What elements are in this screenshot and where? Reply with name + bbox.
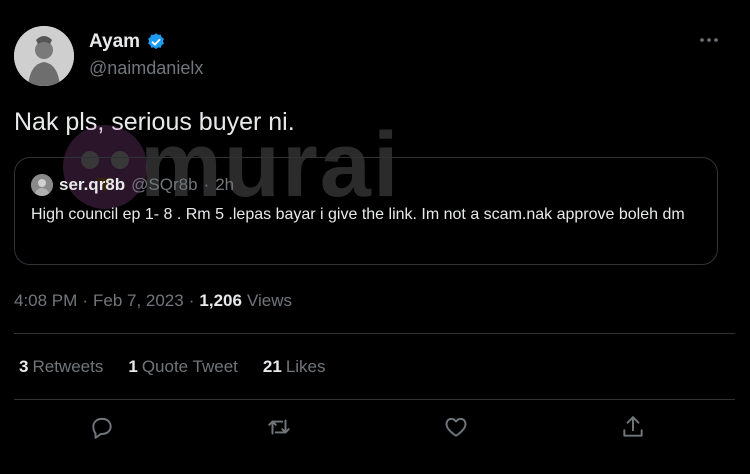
tweet-date[interactable]: Feb 7, 2023 [93,291,184,311]
quoted-time[interactable]: 2h [215,175,234,195]
retweets-stat[interactable]: 3 Retweets [19,357,103,377]
meta-separator: · [82,291,88,310]
tweet-text: Nak pls, serious buyer ni. [14,108,295,136]
quoted-display-name[interactable]: ser.qr8b [59,175,125,195]
quoted-separator: · [203,175,210,194]
reply-icon[interactable] [89,414,115,440]
views-count: 1,206 [199,291,242,310]
likes-count: 21 [262,357,282,376]
views-label: Views [246,291,292,310]
retweet-icon[interactable] [266,414,292,440]
quote-tweets-count: 1 [128,357,138,376]
likes-label: Likes [285,357,326,376]
retweets-label: Retweets [32,357,104,376]
share-icon[interactable] [620,414,646,440]
quoted-avatar[interactable] [31,174,53,196]
quoted-tweet[interactable]: ser.qr8b @SQr8b · 2h High council ep 1- … [14,157,718,265]
tweet-time[interactable]: 4:08 PM [14,291,77,311]
meta-separator: · [188,291,195,310]
author-avatar[interactable] [14,26,74,86]
retweets-count: 3 [19,357,29,376]
tweet-meta: 4:08 PM · Feb 7, 2023 · 1,206 Views [14,291,292,311]
verified-badge-icon [148,33,164,50]
tweet-stats: 3 Retweets 1 Quote Tweet 21 Likes [19,357,326,377]
likes-stat[interactable]: 21 Likes [263,357,326,377]
tweet-actions [0,414,750,444]
avatar-portrait-icon [14,26,74,86]
author-display-name[interactable]: Ayam [89,31,140,53]
quote-tweets-stat[interactable]: 1 Quote Tweet [128,357,238,377]
more-horizontal-icon[interactable] [697,28,721,52]
author-handle[interactable]: @naimdanielx [89,58,203,79]
divider [14,333,735,334]
quote-tweets-label: Quote Tweet [141,357,238,376]
quoted-avatar-image [31,174,53,196]
divider [14,399,735,400]
tweet-card: Ayam @naimdanielx Nak pls, serious buyer… [0,0,750,474]
heart-icon[interactable] [443,414,469,440]
quoted-handle[interactable]: @SQr8b [131,175,197,195]
quoted-text: High council ep 1- 8 . Rm 5 .lepas bayar… [31,206,685,223]
